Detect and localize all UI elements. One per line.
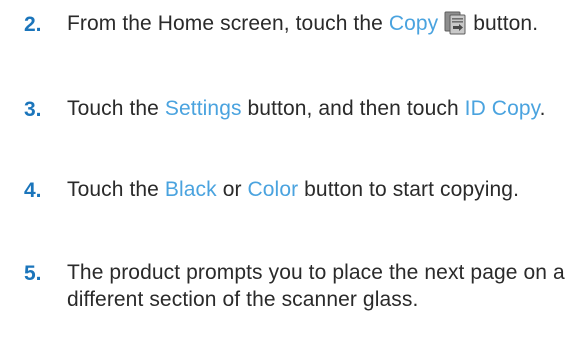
ui-term-black: Black (164, 178, 217, 201)
text-run: From the Home screen, touch the (67, 12, 389, 35)
step-text: From the Home screen, touch the Copy but… (67, 10, 567, 37)
copy-icon (443, 11, 467, 35)
step-number: 3. (24, 98, 42, 121)
step-number: 4. (24, 179, 42, 202)
step-number: 5. (24, 262, 42, 285)
ui-term-color: Color (247, 178, 299, 201)
text-run: button. (467, 12, 539, 35)
text-run: Touch the (67, 97, 165, 120)
step-text: Touch the Settings button, and then touc… (67, 95, 567, 122)
text-run: . (539, 97, 546, 120)
step-text: Touch the Black or Color button to start… (67, 176, 567, 203)
step-number: 2. (24, 13, 42, 36)
step-text: The product prompts you to place the nex… (67, 259, 567, 313)
text-run: The product prompts you to place the nex… (67, 261, 565, 311)
text-run: or (216, 178, 248, 201)
ui-term-settings: Settings (164, 97, 242, 120)
text-run: Touch the (67, 178, 165, 201)
ui-term-id-copy: ID Copy (464, 97, 540, 120)
ui-term-copy: Copy (388, 12, 439, 35)
text-run: button, and then touch (241, 97, 465, 120)
text-run: button to start copying. (298, 178, 519, 201)
